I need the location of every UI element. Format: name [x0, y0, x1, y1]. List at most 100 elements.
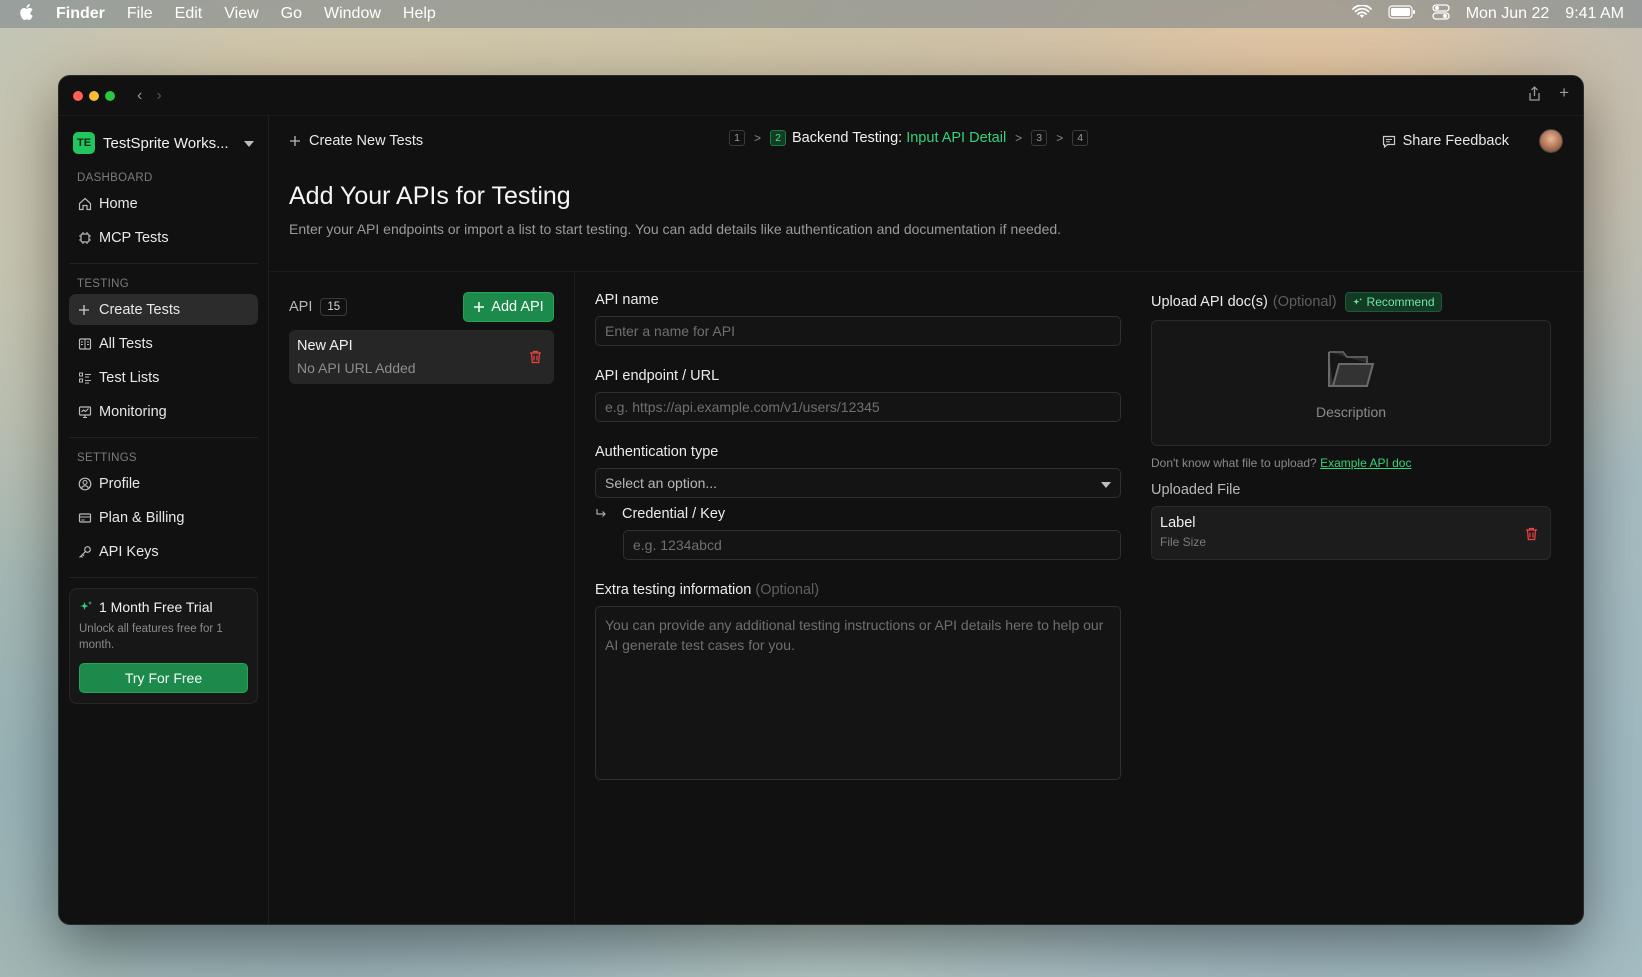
example-api-doc-link[interactable]: Example API doc — [1320, 456, 1411, 470]
api-form: API name Enter a name for API API endpoi… — [595, 292, 1121, 780]
user-avatar[interactable] — [1539, 129, 1563, 153]
stepper: 1 > 2 Backend Testing: Input API Detail … — [729, 130, 1089, 146]
upload-hint-text: Don't know what file to upload? — [1151, 456, 1317, 470]
home-icon — [78, 197, 92, 211]
section-label-testing: TESTING — [77, 278, 129, 290]
workspace-switcher[interactable]: TE TestSprite Works... — [69, 128, 258, 158]
optional-tag: (Optional) — [755, 582, 820, 598]
forward-arrow-icon[interactable]: › — [156, 87, 161, 105]
credential-label: Credential / Key — [622, 506, 726, 522]
user-circle-icon — [78, 477, 92, 491]
extra-info-label-text: Extra testing information — [595, 582, 752, 598]
menubar-date[interactable]: Mon Jun 22 — [1466, 5, 1550, 23]
menu-go[interactable]: Go — [281, 5, 302, 23]
api-item-url: No API URL Added — [297, 360, 416, 376]
chevron-right-icon: > — [1015, 131, 1023, 145]
chip-icon — [78, 231, 92, 245]
menu-bar: Finder File Edit View Go Window Help Mon… — [0, 0, 1642, 28]
extra-info-label: Extra testing information (Optional) — [595, 582, 1121, 598]
caret-down-icon — [1101, 475, 1111, 491]
upload-label: Upload API doc(s) (Optional) Recommend — [1151, 292, 1551, 312]
back-arrow-icon[interactable]: ‹ — [137, 87, 142, 105]
uploaded-file-label: Uploaded File — [1151, 482, 1241, 498]
share-feedback-button[interactable]: Share Feedback — [1382, 133, 1509, 149]
control-center-icon[interactable] — [1432, 3, 1450, 25]
endpoint-label: API endpoint / URL — [595, 368, 720, 384]
file-label: Label — [1160, 515, 1196, 531]
sidebar-item-label: All Tests — [99, 335, 153, 352]
optional-tag: (Optional) — [1272, 294, 1337, 310]
page-subtitle: Enter your API endpoints or import a lis… — [289, 221, 1062, 237]
trash-icon[interactable] — [1525, 527, 1538, 546]
try-for-free-button[interactable]: Try For Free — [79, 663, 248, 693]
sidebar-item-profile[interactable]: Profile — [69, 468, 258, 499]
content-area: API 15 Add API New API No API URL Added — [269, 272, 1583, 924]
sidebar: TE TestSprite Works... DASHBOARD Home MC… — [59, 116, 269, 924]
chevron-right-icon: > — [1056, 131, 1064, 145]
add-api-button[interactable]: Add API — [463, 292, 554, 322]
sidebar-item-create-tests[interactable]: Create Tests — [69, 294, 258, 325]
auth-type-select[interactable]: Select an option... — [595, 468, 1121, 498]
menu-edit[interactable]: Edit — [175, 5, 203, 23]
sidebar-item-label: Plan & Billing — [99, 509, 185, 526]
extra-info-textarea[interactable]: You can provide any additional testing i… — [595, 606, 1121, 780]
monitor-icon — [78, 405, 92, 419]
corner-down-right-icon — [595, 508, 608, 520]
upload-panel: Upload API doc(s) (Optional) Recommend D… — [1151, 292, 1551, 560]
step-2[interactable]: 2 — [770, 130, 787, 146]
endpoint-input[interactable]: e.g. https://api.example.com/v1/users/12… — [595, 392, 1121, 422]
current-step-prefix: Backend Testing: — [792, 130, 903, 146]
maximize-window-button[interactable] — [105, 90, 115, 101]
menubar-time[interactable]: 9:41 AM — [1565, 5, 1624, 23]
step-3[interactable]: 3 — [1031, 130, 1048, 146]
current-step-label: Backend Testing: Input API Detail — [792, 130, 1006, 146]
close-window-button[interactable] — [73, 90, 83, 101]
sidebar-item-label: MCP Tests — [99, 229, 169, 246]
apple-icon[interactable] — [18, 3, 36, 26]
sidebar-item-plan-billing[interactable]: Plan & Billing — [69, 502, 258, 533]
page-title: Add Your APIs for Testing — [289, 182, 571, 210]
uploaded-file-item: Label File Size — [1151, 506, 1551, 560]
sidebar-item-mcp-tests[interactable]: MCP Tests — [69, 222, 258, 253]
menu-window[interactable]: Window — [324, 5, 381, 23]
sparkle-icon — [79, 600, 93, 614]
add-api-label: Add API — [491, 299, 544, 315]
book-icon — [78, 337, 92, 351]
sidebar-item-monitoring[interactable]: Monitoring — [69, 396, 258, 427]
sidebar-divider — [69, 577, 258, 578]
step-1[interactable]: 1 — [729, 130, 745, 146]
sidebar-item-label: Monitoring — [99, 403, 167, 420]
menu-file[interactable]: File — [127, 5, 153, 23]
menu-view[interactable]: View — [224, 5, 258, 23]
trash-icon[interactable] — [529, 350, 542, 369]
share-icon[interactable] — [1528, 85, 1541, 106]
sidebar-item-home[interactable]: Home — [69, 188, 258, 219]
api-list-panel: API 15 Add API New API No API URL Added — [269, 272, 575, 924]
menu-help[interactable]: Help — [403, 5, 436, 23]
list-icon — [78, 371, 92, 385]
auth-type-value: Select an option... — [605, 475, 718, 491]
wifi-icon[interactable] — [1351, 3, 1372, 24]
file-dropzone[interactable]: Description — [1151, 320, 1551, 446]
file-size: File Size — [1160, 535, 1207, 549]
top-bar: Create New Tests 1 > 2 Backend Testing: … — [269, 116, 1583, 166]
sidebar-item-test-lists[interactable]: Test Lists — [69, 362, 258, 393]
api-count-badge: 15 — [320, 298, 348, 316]
credential-input[interactable]: e.g. 1234abcd — [623, 530, 1121, 560]
sidebar-item-all-tests[interactable]: All Tests — [69, 328, 258, 359]
step-4[interactable]: 4 — [1072, 130, 1089, 146]
minimize-window-button[interactable] — [89, 90, 99, 101]
battery-icon[interactable] — [1388, 4, 1416, 24]
sidebar-item-api-keys[interactable]: API Keys — [69, 536, 258, 567]
sidebar-item-label: Home — [99, 195, 138, 212]
sidebar-item-label: Create Tests — [99, 301, 181, 318]
create-new-tests-button[interactable]: Create New Tests — [289, 133, 423, 149]
recommend-badge: Recommend — [1344, 292, 1442, 312]
api-name-input[interactable]: Enter a name for API — [595, 316, 1121, 346]
new-tab-icon[interactable]: + — [1559, 84, 1569, 106]
key-icon — [78, 545, 92, 559]
api-list-item[interactable]: New API No API URL Added — [289, 330, 554, 384]
chevron-right-icon: > — [754, 131, 762, 145]
menu-app-name[interactable]: Finder — [56, 5, 105, 23]
app-window: ‹ › + TE TestSprite Works... DASHBOARD H… — [58, 75, 1584, 925]
